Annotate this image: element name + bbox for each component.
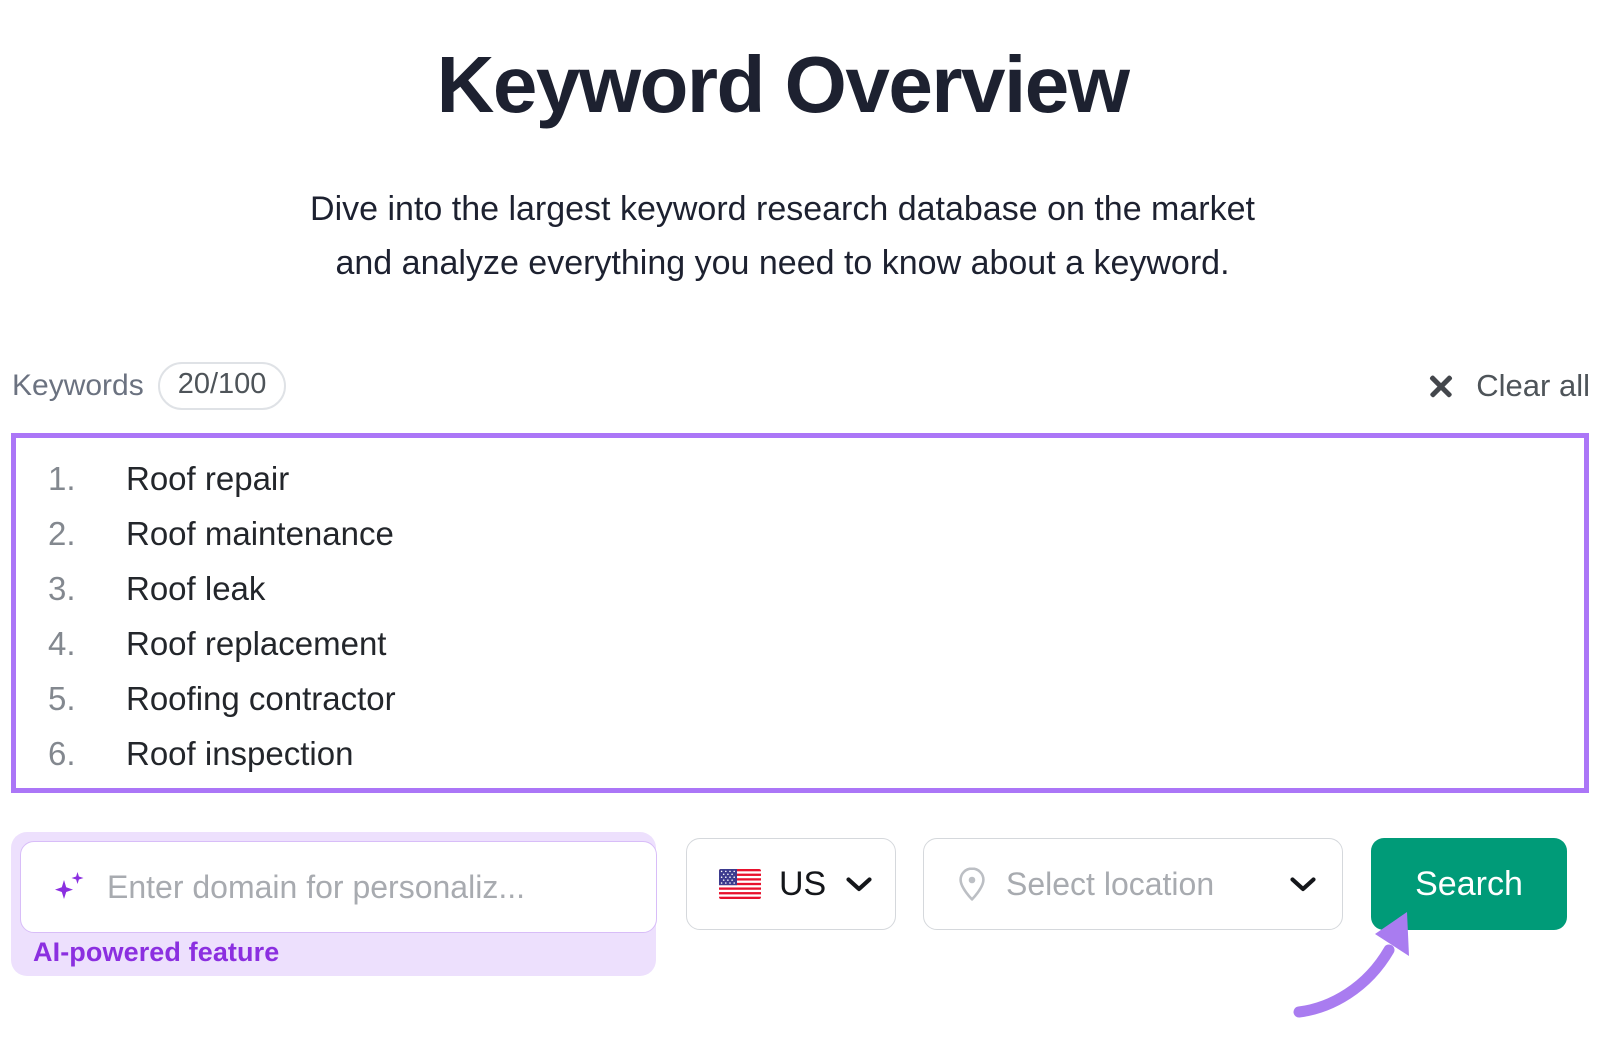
keywords-list: 1. Roof repair 2. Roof maintenance 3. Roof le… bbox=[16, 438, 1584, 788]
keywords-label-group: Keywords 20/100 bbox=[12, 362, 287, 410]
page-subtitle-line-2: and analyze everything you need to know … bbox=[335, 244, 1230, 283]
keyword-list-item: 6. Roof inspection bbox=[16, 734, 1584, 788]
keywords-counter-badge: 20/100 bbox=[157, 362, 287, 410]
domain-input[interactable]: Enter domain for personaliz... bbox=[20, 841, 657, 933]
location-select[interactable]: Select location bbox=[923, 838, 1343, 930]
keyword-item-text: Roof repair bbox=[126, 460, 290, 497]
keyword-item-number: 1. bbox=[48, 460, 76, 497]
location-select-placeholder: Select location bbox=[1006, 865, 1215, 902]
keyword-item-number: 3. bbox=[48, 570, 76, 607]
page-subtitle: Dive into the largest keyword research d… bbox=[0, 182, 1565, 291]
ai-domain-badge: Enter domain for personaliz... AI-powere… bbox=[11, 832, 657, 976]
location-pin-icon bbox=[959, 867, 985, 901]
search-button[interactable]: Search bbox=[1371, 838, 1567, 930]
keyword-item-number: 5. bbox=[48, 680, 76, 717]
keyword-list-item: 1. Roof repair bbox=[16, 459, 1584, 514]
ai-powered-feature-label: AI-powered feature bbox=[33, 937, 280, 967]
page-title: Keyword Overview bbox=[436, 40, 1130, 129]
keyword-list-item: 2. Roof maintenance bbox=[16, 514, 1584, 569]
domain-input-placeholder: Enter domain for personaliz... bbox=[107, 868, 525, 905]
keyword-list-item: 5. Roofing contractor bbox=[16, 679, 1584, 734]
search-controls-row: Enter domain for personaliz... AI-powere… bbox=[11, 830, 1589, 976]
keywords-label: Keywords bbox=[12, 369, 144, 402]
keyword-item-text: Roof replacement bbox=[126, 625, 387, 662]
page-subtitle-line-1: Dive into the largest keyword research d… bbox=[310, 190, 1255, 228]
chevron-down-icon bbox=[846, 877, 872, 892]
country-select[interactable]: US bbox=[686, 838, 896, 930]
keyword-item-text: Roofing contractor bbox=[126, 680, 396, 717]
ai-sparkle-icon bbox=[55, 872, 84, 899]
keyword-item-text: Roof leak bbox=[126, 570, 266, 607]
keyword-item-number: 6. bbox=[48, 735, 76, 772]
keyword-list-item: 3. Roof leak bbox=[16, 569, 1584, 624]
keywords-meta-row: Keywords 20/100 Clear all bbox=[12, 362, 1590, 410]
us-flag-icon bbox=[719, 869, 761, 899]
country-select-value: US bbox=[779, 864, 827, 903]
close-x-icon bbox=[1428, 373, 1454, 399]
keyword-item-text: Roof maintenance bbox=[126, 515, 394, 552]
keywords-textarea[interactable]: 1. Roof repair 2. Roof maintenance 3. Roof le… bbox=[11, 433, 1589, 793]
keyword-item-text: Roof inspection bbox=[126, 735, 354, 772]
clear-all-button[interactable]: Clear all bbox=[1428, 368, 1590, 404]
chevron-down-icon bbox=[1290, 877, 1316, 892]
keyword-item-number: 4. bbox=[48, 625, 76, 662]
clear-all-label: Clear all bbox=[1476, 368, 1590, 403]
keyword-list-item: 4. Roof replacement bbox=[16, 624, 1584, 679]
keyword-overview-page: Keyword Overview Dive into the largest k… bbox=[0, 0, 1600, 1040]
keyword-item-number: 2. bbox=[48, 515, 76, 552]
